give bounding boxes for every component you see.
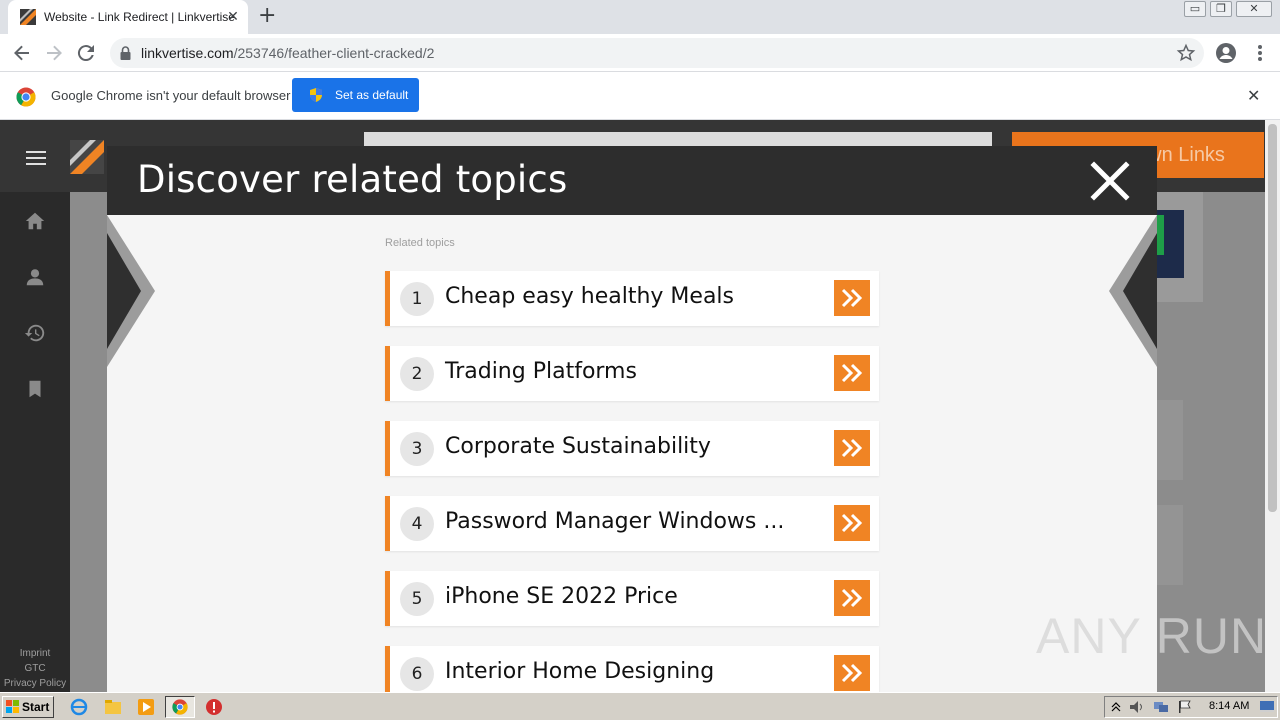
url-path: /253746/feather-client-cracked/2	[233, 45, 435, 61]
anyrun-watermark: ANY RUN	[1036, 608, 1268, 664]
privacy-policy-link[interactable]: Privacy Policy	[0, 676, 70, 691]
home-icon[interactable]	[24, 210, 46, 232]
topic-label: Cheap easy healthy Meals	[445, 284, 734, 309]
url-domain: linkvertise.com	[141, 45, 234, 61]
set-as-default-button[interactable]: Set as default	[292, 78, 419, 112]
set-as-default-label: Set as default	[335, 88, 409, 102]
background-card	[1157, 505, 1183, 585]
internet-explorer-icon[interactable]	[70, 698, 88, 716]
topic-item[interactable]: 5 iPhone SE 2022 Price	[385, 571, 879, 626]
topic-item[interactable]: 6 Interior Home Designing	[385, 646, 879, 692]
topic-number: 4	[400, 507, 434, 541]
taskbar-clock: 8:14 AM	[1209, 700, 1250, 712]
topic-number: 5	[400, 582, 434, 616]
double-chevron-right-icon[interactable]	[834, 580, 870, 616]
topic-item[interactable]: 1 Cheap easy healthy Meals	[385, 271, 879, 326]
modal-header: Discover related topics	[107, 146, 1157, 215]
topic-item[interactable]: 2 Trading Platforms	[385, 346, 879, 401]
topic-label: Password Manager Windows ...	[445, 509, 785, 534]
topic-number: 1	[400, 282, 434, 316]
show-desktop-icon[interactable]	[1259, 700, 1275, 714]
hamburger-menu-icon[interactable]	[26, 151, 46, 169]
action-center-flag-icon[interactable]	[1177, 700, 1193, 714]
topic-number: 6	[400, 657, 434, 691]
double-chevron-right-icon[interactable]	[834, 430, 870, 466]
double-chevron-right-icon[interactable]	[834, 355, 870, 391]
address-bar[interactable]: linkvertise.com/253746/feather-client-cr…	[110, 38, 1204, 68]
topic-number: 2	[400, 357, 434, 391]
double-chevron-right-icon[interactable]	[834, 280, 870, 316]
media-player-icon[interactable]	[137, 698, 155, 716]
start-label: Start	[22, 700, 50, 714]
left-chevron-decoration-icon	[107, 215, 155, 367]
profile-avatar-icon[interactable]	[1214, 41, 1238, 65]
stop-sign-icon[interactable]	[205, 698, 223, 716]
network-icon[interactable]	[1153, 700, 1169, 714]
right-chevron-decoration-icon	[1109, 215, 1157, 367]
windows-logo-icon	[6, 700, 19, 713]
modal-title: Discover related topics	[137, 158, 568, 201]
background-card	[1157, 400, 1183, 480]
chrome-taskbar-button[interactable]	[165, 696, 195, 718]
windows-taskbar: Start 8:14 AM	[0, 692, 1280, 720]
linkvertise-logo-icon[interactable]	[70, 140, 104, 174]
tab-strip: Website - Link Redirect | Linkvertise ✕ …	[0, 0, 1280, 34]
bookmark-star-icon[interactable]	[1176, 43, 1196, 63]
new-tab-button[interactable]: +	[258, 4, 276, 28]
forward-arrow-icon[interactable]	[42, 41, 66, 65]
topic-label: Interior Home Designing	[445, 659, 715, 684]
start-button[interactable]: Start	[2, 696, 54, 718]
infobar-close-icon[interactable]: ✕	[1247, 86, 1260, 105]
related-topics-modal: Discover related topics Related topics 1…	[107, 146, 1157, 692]
url-text[interactable]: linkvertise.com/253746/feather-client-cr…	[141, 45, 434, 61]
reload-icon[interactable]	[74, 41, 98, 65]
tab-title: Website - Link Redirect | Linkvertise	[44, 10, 235, 24]
lock-icon[interactable]	[120, 46, 131, 60]
topic-label: iPhone SE 2022 Price	[445, 584, 678, 609]
topic-label: Corporate Sustainability	[445, 434, 711, 459]
linkvertise-favicon-icon	[20, 9, 36, 25]
double-chevron-right-icon[interactable]	[834, 655, 870, 691]
page-scrollbar[interactable]	[1265, 120, 1280, 692]
restore-button[interactable]: ❐	[1210, 1, 1232, 17]
default-browser-infobar: Google Chrome isn't your default browser…	[0, 72, 1280, 120]
double-chevron-right-icon[interactable]	[834, 505, 870, 541]
volume-icon[interactable]	[1129, 700, 1145, 714]
user-icon[interactable]	[24, 266, 46, 288]
browser-tab[interactable]: Website - Link Redirect | Linkvertise ✕	[8, 0, 248, 34]
scrollbar-thumb[interactable]	[1268, 124, 1277, 512]
topic-item[interactable]: 4 Password Manager Windows ...	[385, 496, 879, 551]
topic-label: Trading Platforms	[445, 359, 637, 384]
background-ad-button	[1157, 215, 1164, 255]
chrome-logo-icon	[16, 87, 36, 107]
topic-number: 3	[400, 432, 434, 466]
default-browser-message: Google Chrome isn't your default browser	[51, 88, 291, 103]
system-tray: 8:14 AM	[1104, 696, 1278, 718]
imprint-link[interactable]: Imprint	[0, 646, 70, 661]
browser-toolbar: linkvertise.com/253746/feather-client-cr…	[0, 34, 1280, 72]
topic-item[interactable]: 3 Corporate Sustainability	[385, 421, 879, 476]
uac-shield-icon	[310, 88, 322, 102]
tray-expand-icon[interactable]	[1111, 701, 1121, 713]
history-icon[interactable]	[24, 322, 46, 344]
modal-close-icon[interactable]	[1090, 161, 1130, 201]
back-arrow-icon[interactable]	[10, 41, 34, 65]
bookmark-icon[interactable]	[24, 378, 46, 400]
related-topics-label: Related topics	[385, 237, 455, 249]
chrome-menu-icon[interactable]	[1250, 41, 1270, 65]
minimize-button[interactable]: ▭	[1184, 1, 1206, 17]
window-close-button[interactable]: ✕	[1236, 1, 1272, 17]
file-explorer-icon[interactable]	[104, 698, 122, 716]
site-sidebar	[0, 192, 70, 692]
tab-close-icon[interactable]: ✕	[226, 7, 240, 27]
chrome-taskbar-icon	[172, 699, 188, 715]
gtc-link[interactable]: GTC	[0, 661, 70, 676]
sidebar-footer-links: Imprint GTC Privacy Policy	[0, 646, 70, 691]
